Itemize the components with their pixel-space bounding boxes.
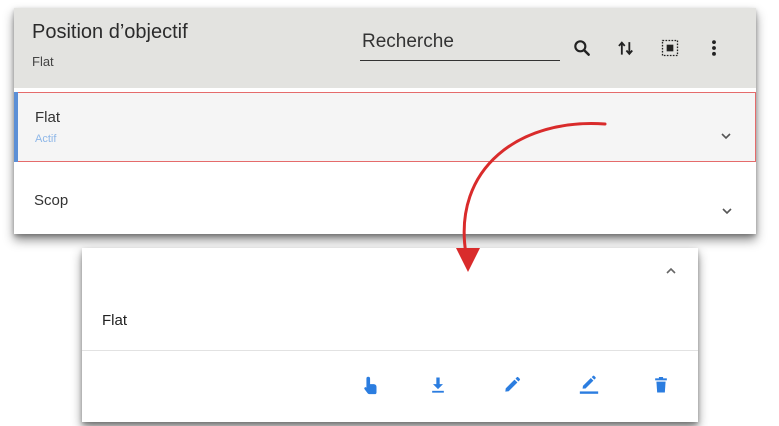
- delete-icon[interactable]: [648, 372, 674, 398]
- expanded-item-panel: Flat: [82, 248, 698, 422]
- touch-icon[interactable]: [358, 372, 384, 398]
- list-item-flat[interactable]: Flat Actif: [14, 92, 756, 162]
- search-field[interactable]: [360, 24, 560, 61]
- chevron-up-icon[interactable]: [664, 264, 678, 278]
- list-item-title: Scop: [34, 192, 69, 209]
- list-item-title: Flat: [35, 109, 61, 126]
- detail-title: Flat: [102, 312, 128, 329]
- download-icon[interactable]: [425, 372, 451, 398]
- sort-icon[interactable]: [614, 36, 638, 60]
- chevron-down-icon[interactable]: [720, 204, 734, 218]
- more-vert-icon[interactable]: [702, 36, 726, 60]
- list-item-scop[interactable]: Scop: [14, 168, 756, 234]
- page-title: Position d’objectif: [32, 21, 188, 43]
- page-subtitle: Flat: [32, 54, 54, 69]
- status-badge: Actif: [35, 133, 57, 145]
- chevron-down-icon[interactable]: [719, 129, 733, 143]
- objective-position-panel: Position d’objectif Flat Recherche Flat …: [14, 8, 756, 234]
- toolbar: Position d’objectif Flat: [14, 8, 756, 88]
- edit-icon[interactable]: [499, 372, 525, 398]
- divider: [82, 350, 698, 351]
- search-icon[interactable]: [570, 36, 594, 60]
- edit-underline-icon[interactable]: [576, 372, 602, 398]
- search-input[interactable]: [360, 24, 560, 60]
- select-all-icon[interactable]: [658, 36, 682, 60]
